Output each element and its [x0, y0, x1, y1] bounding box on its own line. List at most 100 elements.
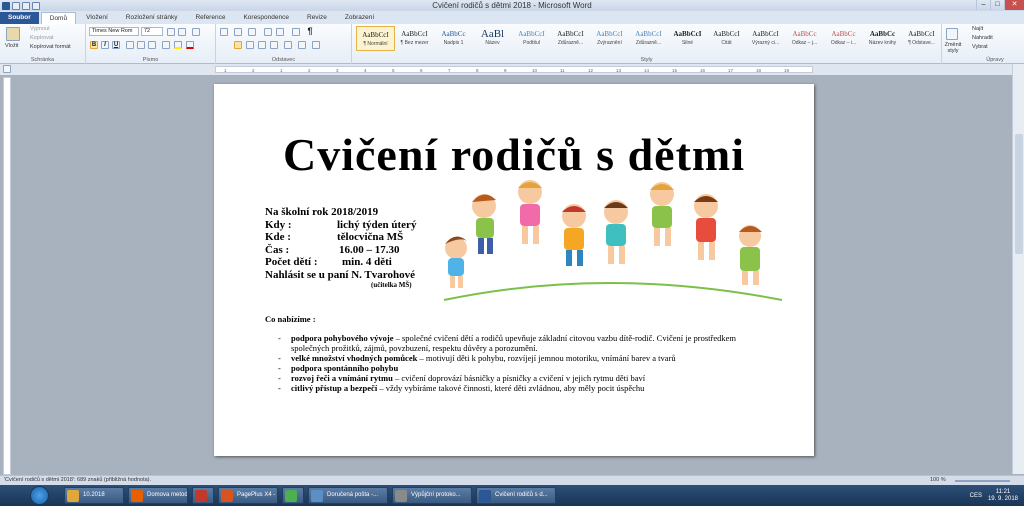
select-button[interactable]: Vybrat [972, 44, 988, 50]
app-icon [285, 490, 297, 502]
style-item[interactable]: AaBbCcI ¶ Bez mezer [395, 26, 434, 51]
close-button[interactable]: ✕ [1004, 0, 1024, 10]
tab-review[interactable]: Revize [299, 12, 335, 24]
text-effects-icon[interactable] [162, 41, 170, 49]
superscript-icon[interactable] [148, 41, 156, 49]
paste-button[interactable]: Vložit [5, 43, 18, 49]
style-item[interactable]: AaBbCcI Podtitul [512, 26, 551, 51]
styles-label: Styly [640, 57, 653, 63]
zoom-level[interactable]: 100 % [930, 477, 946, 483]
vertical-scrollbar[interactable] [1012, 64, 1024, 474]
show-marks-button[interactable]: ¶ [306, 27, 314, 36]
tab-mailings[interactable]: Korespondence [235, 12, 297, 24]
bullets-icon[interactable] [220, 28, 228, 36]
increase-indent-icon[interactable] [276, 28, 284, 36]
app-icon [67, 490, 79, 502]
taskbar-button[interactable]: Výpůjční protoko... [392, 487, 472, 504]
app-icon [395, 490, 407, 502]
change-styles-icon[interactable] [946, 28, 958, 40]
document-page[interactable]: Cvičení rodičů s dětmi Na školní rok 201… [214, 84, 814, 456]
font-size-field[interactable]: 72 [141, 27, 163, 36]
copy-button[interactable]: Kopírovat [30, 35, 54, 41]
paste-icon[interactable] [6, 27, 20, 41]
horizontal-ruler[interactable]: 1 2 1 2 3 4 5 6 7 8 9 10 11 12 13 14 15 16 17 18 19 [215, 66, 813, 73]
format-painter-button[interactable]: Kopírovat formát [30, 44, 71, 50]
tab-home[interactable]: Domů [40, 12, 77, 24]
highlight-color-icon[interactable] [174, 41, 182, 49]
taskbar-button[interactable]: Domova metoda |... [128, 487, 188, 504]
ruler-tick: 1 [224, 68, 227, 73]
subscript-icon[interactable] [137, 41, 145, 49]
font-group: Times New Rom 72 B I U Písmo [86, 24, 216, 64]
style-item[interactable]: AaBbCc Odkaz – i... [824, 26, 863, 51]
maximize-button[interactable]: □ [990, 0, 1004, 10]
style-item[interactable]: AaBbCc Název knihy [863, 26, 902, 51]
paragraph-group: ¶ Odstavec [216, 24, 352, 64]
strikethrough-icon[interactable] [126, 41, 134, 49]
language-indicator[interactable]: CES [970, 493, 982, 499]
line-spacing-icon[interactable] [284, 41, 292, 49]
tab-page-layout[interactable]: Rozložení stránky [118, 12, 186, 24]
taskbar-button[interactable] [192, 487, 214, 504]
taskbar-button[interactable] [282, 487, 304, 504]
change-styles-button[interactable]: Změnit styly [942, 42, 964, 54]
style-item[interactable]: AaBbCcI Silné [668, 26, 707, 51]
ruler-tick: 14 [644, 68, 650, 73]
align-left-icon[interactable] [234, 41, 242, 49]
start-button[interactable] [30, 486, 49, 505]
multilevel-list-icon[interactable] [248, 28, 256, 36]
vertical-ruler[interactable] [3, 77, 11, 475]
italic-button[interactable]: I [101, 41, 109, 49]
shrink-font-icon[interactable] [178, 28, 186, 36]
cut-button[interactable]: Vyjmout [30, 26, 50, 32]
minimize-button[interactable]: – [976, 0, 990, 10]
ruler-tick: 2 [308, 68, 311, 73]
style-item[interactable]: AaBbCcI Zdůrazně... [551, 26, 590, 51]
style-item[interactable]: AaBbCcI Citát [707, 26, 746, 51]
style-item[interactable]: AaBl Název [473, 26, 512, 51]
find-button[interactable]: Najít [972, 26, 983, 32]
tab-view[interactable]: Zobrazení [337, 12, 382, 24]
style-item[interactable]: AaBbCcI Výrazný ci... [746, 26, 785, 51]
underline-button[interactable]: U [112, 41, 120, 49]
editing-group: Najít Nahradit Vybrat Úpravy [966, 24, 1024, 64]
align-right-icon[interactable] [258, 41, 266, 49]
decrease-indent-icon[interactable] [264, 28, 272, 36]
bold-button[interactable]: B [90, 41, 98, 49]
styles-gallery: AaBbCcI ¶ Normální AaBbCcI ¶ Bez mezer AaBbC… [356, 26, 941, 51]
scrollbar-thumb[interactable] [1015, 134, 1023, 254]
style-item[interactable]: AaBbCc Nadpis 1 [434, 26, 473, 51]
ruler-tick: 16 [700, 68, 706, 73]
font-color-icon[interactable] [186, 41, 194, 49]
tab-file[interactable]: Soubor [0, 12, 39, 24]
style-item[interactable]: AaBbCc Odkaz – j... [785, 26, 824, 51]
shading-icon[interactable] [298, 41, 306, 49]
taskbar-button[interactable]: Doručená pošta -... [308, 487, 388, 504]
info-row: Čas :16.00 – 17.30 [265, 243, 400, 256]
clear-format-icon[interactable] [192, 28, 200, 36]
taskbar-button[interactable]: 10.2018 [64, 487, 124, 504]
style-item[interactable]: AaBbCcI Zdůrazně... [629, 26, 668, 51]
replace-button[interactable]: Nahradit [972, 35, 993, 41]
taskbar-button[interactable]: Cvičení rodičů s d... [476, 487, 556, 504]
font-name-field[interactable]: Times New Rom [89, 27, 139, 36]
style-item[interactable]: AaBbCcI ¶ Odstave... [902, 26, 941, 51]
align-center-icon[interactable] [246, 41, 254, 49]
justify-icon[interactable] [270, 41, 278, 49]
tab-insert[interactable]: Vložení [78, 12, 116, 24]
borders-icon[interactable] [312, 41, 320, 49]
taskbar-button[interactable]: PagePlus X4 - [Cv... [218, 487, 278, 504]
zoom-slider[interactable] [955, 480, 1010, 482]
ribbon: Vložit Vyjmout Kopírovat Kopírovat formá… [0, 24, 1024, 64]
status-text: 'Cvičení rodičů s dětmi 2018': 689 znaků… [4, 477, 152, 483]
app-icon [195, 490, 207, 502]
tab-references[interactable]: Reference [187, 12, 233, 24]
numbering-icon[interactable] [234, 28, 242, 36]
window-title: Cvičení rodičů s dětmi 2018 - Microsoft … [432, 1, 592, 10]
tab-selector-icon[interactable] [3, 65, 11, 73]
style-item[interactable]: AaBbCcI Zvýraznění [590, 26, 629, 51]
clock[interactable]: 11:21 19. 9. 2018 [988, 489, 1018, 503]
sort-icon[interactable] [292, 28, 300, 36]
grow-font-icon[interactable] [167, 28, 175, 36]
style-item[interactable]: AaBbCcI ¶ Normální [356, 26, 395, 51]
